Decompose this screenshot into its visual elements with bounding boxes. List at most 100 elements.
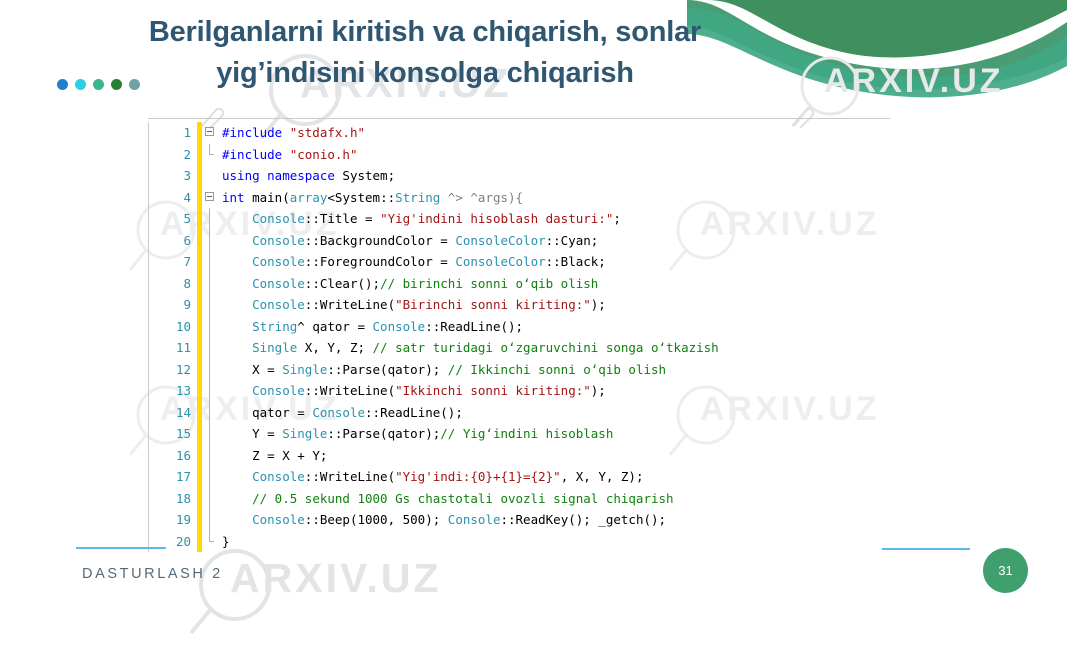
code-token: // birinchi sonni oʻqib olish	[380, 275, 599, 291]
code-line-text: Y = Single::Parse(qator);// Yigʻindini h…	[220, 423, 890, 445]
code-token: System;	[342, 168, 396, 183]
code-token: ::Cyan;	[545, 232, 599, 248]
code-token: ConsoleColor	[455, 232, 546, 248]
code-line-text: Console::Beep(1000, 500); Console::ReadK…	[220, 509, 890, 531]
code-line-text: Console::WriteLine("Birinchi sonni kirit…	[220, 294, 890, 316]
watermark-text-2: ARXIV.UZ	[824, 62, 1004, 100]
code-fold-gutter	[202, 272, 220, 294]
code-token: ;	[613, 211, 621, 226]
code-line: 20}	[149, 530, 890, 552]
page-title-line-1: Berilganlarni kiritish va chiqarish, son…	[148, 16, 702, 48]
code-line-number: 16	[175, 447, 191, 463]
footer-course-label: DASTURLASH 2	[82, 566, 223, 582]
code-token: Console	[252, 383, 305, 398]
code-token: ::Beep(1000, 500);	[304, 512, 448, 527]
code-token: main(	[252, 189, 290, 205]
code-line-number: 17	[175, 469, 191, 484]
code-token: Console	[252, 275, 305, 291]
page-number-badge: 31	[983, 548, 1028, 593]
code-line: 12 X = Single::Parse(qator); // Ikkinchi…	[149, 358, 890, 380]
code-fold-gutter[interactable]	[202, 122, 220, 144]
code-line: 14 qator = Console::ReadLine();	[149, 401, 890, 424]
fold-collapse-icon[interactable]	[205, 191, 214, 201]
code-line-number: 4	[183, 189, 191, 205]
decorative-dots	[57, 79, 140, 90]
code-token: ConsoleColor	[455, 254, 546, 269]
code-line: 3 using namespace System;	[149, 165, 890, 187]
code-token: ::WriteLine(	[304, 297, 396, 312]
code-fold-gutter	[202, 165, 220, 187]
code-token: X, Y, Z;	[297, 340, 373, 355]
code-token: Console	[372, 318, 426, 334]
code-token: Console	[447, 512, 501, 527]
code-fold-gutter	[202, 294, 220, 316]
code-token: int	[222, 189, 253, 205]
code-line-text: Console::ForegroundColor = ConsoleColor:…	[220, 251, 890, 273]
code-token: <System::	[327, 189, 396, 205]
code-line-number: 3	[183, 168, 191, 183]
code-fold-gutter	[202, 466, 220, 488]
fold-guide-line	[209, 208, 210, 230]
code-fold-gutter	[202, 444, 220, 466]
page-title: Berilganlarni kiritish va chiqarish, son…	[60, 12, 790, 94]
code-line: 5 Console::Title = "Yig'indini hisoblash…	[149, 208, 890, 230]
fold-guide-line	[209, 401, 210, 423]
fold-guide-line	[209, 337, 210, 359]
code-line-number: 1	[183, 125, 191, 140]
footer-rule-left	[76, 547, 166, 549]
code-line: 7 Console::ForegroundColor = ConsoleColo…	[149, 251, 890, 273]
dot-gray	[129, 79, 140, 90]
code-token: Console	[252, 297, 305, 312]
code-fold-gutter	[202, 423, 220, 445]
code-fold-gutter	[202, 509, 220, 531]
fold-collapse-icon[interactable]	[205, 127, 214, 136]
code-token: // Yigʻindini hisoblash	[440, 426, 614, 441]
code-line-number: 13	[175, 383, 191, 398]
code-token: );	[590, 297, 606, 312]
code-token: X =	[252, 361, 283, 377]
code-line-number: 6	[183, 232, 191, 248]
page-number-text: 31	[998, 563, 1013, 578]
code-line-number: 14	[175, 404, 191, 420]
code-token: "conio.h"	[289, 146, 358, 162]
dot-green	[111, 79, 122, 90]
code-fold-gutter	[202, 251, 220, 273]
code-line-number: 18	[175, 490, 191, 506]
code-line-text: Z = X + Y;	[220, 445, 890, 467]
code-token: ::ReadKey();	[500, 512, 599, 527]
code-line-text: Console::Title = "Yig'indini hisoblash d…	[220, 208, 890, 230]
code-token: // Ikkinchi sonni oʻqib olish	[447, 361, 667, 377]
dot-blue	[57, 79, 68, 90]
code-line: 19 Console::Beep(1000, 500); Console::Re…	[149, 509, 890, 531]
code-token: Single	[282, 361, 328, 377]
code-token: ::BackgroundColor =	[304, 232, 456, 248]
code-line-text: qator = Console::ReadLine();	[220, 402, 890, 424]
code-token: "Yig'indini hisoblash dasturi:"	[380, 211, 614, 226]
code-fold-gutter[interactable]	[202, 187, 220, 209]
code-line: 17 Console::WriteLine("Yig'indi:{0}+{1}=…	[149, 466, 890, 488]
code-line-text: Console::Clear();// birinchi sonni oʻqib…	[220, 273, 890, 295]
code-line-text: #include "stdafx.h"	[220, 122, 890, 144]
code-line-text: Console::WriteLine("Yig'indi:{0}+{1}={2}…	[220, 466, 890, 488]
code-lines-container: 1 #include "stdafx.h" 2 #include "conio.h" 3…	[148, 122, 890, 552]
code-line-number: 5	[183, 211, 191, 226]
page-title-line-2: yig’indisini konsolga chiqarish	[216, 57, 634, 90]
code-token: ::ForegroundColor =	[304, 254, 456, 269]
fold-end-icon	[209, 530, 214, 542]
footer-rule-right	[882, 548, 970, 550]
code-line: 16 Z = X + Y;	[149, 444, 890, 467]
code-line-text: using namespace System;	[220, 165, 890, 187]
code-token: String	[395, 189, 441, 205]
code-fold-gutter	[202, 401, 220, 423]
code-token: "Ikkinchi sonni kiriting:"	[395, 383, 591, 398]
dot-cyan	[75, 79, 86, 90]
code-line: 11 Single X, Y, Z; // satr turidagi oʻzg…	[149, 337, 890, 359]
code-token: ::Black;	[545, 254, 606, 269]
code-fold-gutter	[202, 143, 220, 166]
code-token: ::Title =	[304, 211, 381, 226]
code-token: "stdafx.h"	[289, 125, 365, 140]
code-fold-gutter	[202, 229, 220, 251]
code-token: _getch();	[598, 512, 667, 527]
fold-guide-line	[209, 358, 210, 380]
code-line-text: Console::WriteLine("Ikkinchi sonni kirit…	[220, 380, 890, 402]
